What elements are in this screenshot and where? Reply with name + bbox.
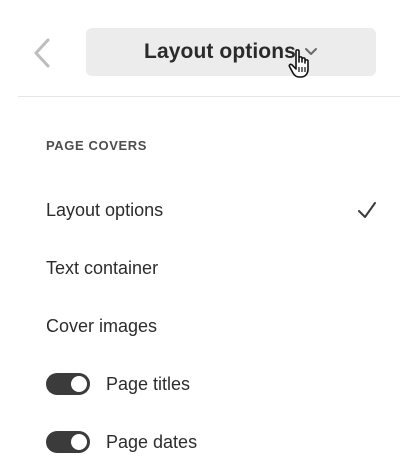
back-button[interactable]: [22, 30, 62, 76]
menu-item-cover-images[interactable]: Cover images: [0, 303, 400, 349]
layout-options-dropdown[interactable]: Layout options: [86, 28, 376, 76]
section-heading: PAGE COVERS: [46, 138, 147, 153]
menu-item-label: Text container: [46, 257, 159, 278]
toggle-knob: [71, 376, 87, 392]
header: Layout options: [0, 0, 400, 96]
toggle-knob: [71, 434, 87, 450]
menu-item-text-container[interactable]: Text container: [0, 245, 400, 291]
toggle-label: Page titles: [106, 373, 191, 394]
toggle-row-page-titles[interactable]: Page titles: [0, 361, 400, 407]
menu-item-layout-options[interactable]: Layout options: [0, 187, 400, 233]
dropdown-label: Layout options: [144, 40, 296, 63]
chevron-left-icon: [34, 38, 50, 68]
hand-cursor-icon: [288, 49, 309, 78]
page-dates-toggle[interactable]: [46, 431, 90, 453]
page-titles-toggle[interactable]: [46, 373, 90, 395]
header-divider: [18, 96, 400, 97]
toggle-row-page-dates[interactable]: Page dates: [0, 419, 400, 465]
toggle-label: Page dates: [106, 431, 198, 452]
menu-item-label: Layout options: [46, 199, 164, 220]
checkmark-icon: [358, 202, 376, 218]
menu-item-label: Cover images: [46, 315, 158, 336]
